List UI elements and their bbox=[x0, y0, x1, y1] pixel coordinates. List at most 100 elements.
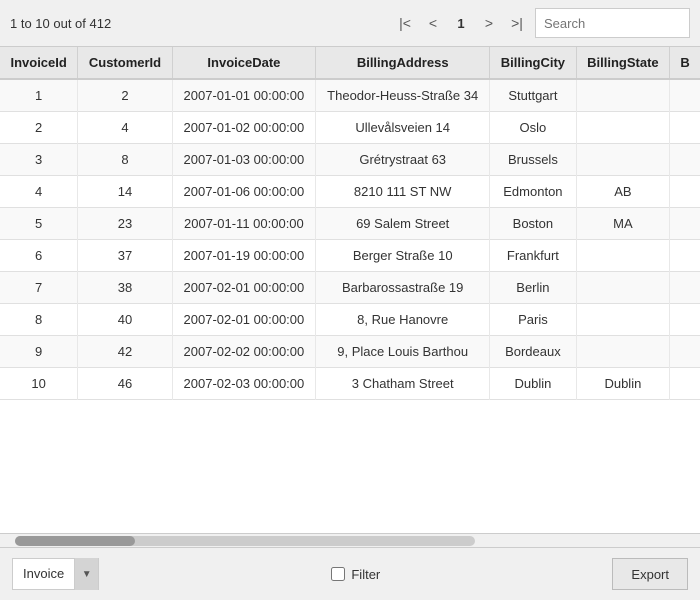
table-cell: 5 bbox=[0, 208, 78, 240]
dropdown-arrow-icon[interactable]: ▼ bbox=[74, 558, 98, 590]
table-cell bbox=[670, 368, 700, 400]
scrollbar-thumb[interactable] bbox=[15, 536, 135, 546]
table-row[interactable]: 242007-01-02 00:00:00Ullevålsveien 14Osl… bbox=[0, 112, 700, 144]
table-cell: MA bbox=[576, 208, 670, 240]
col-header-customerid: CustomerId bbox=[78, 47, 172, 79]
table-cell: 9 bbox=[0, 336, 78, 368]
table-cell: Ullevålsveien 14 bbox=[316, 112, 490, 144]
table-cell: 2007-01-01 00:00:00 bbox=[172, 79, 315, 112]
table-header-row: InvoiceId CustomerId InvoiceDate Billing… bbox=[0, 47, 700, 79]
table-cell: 8210 111 ST NW bbox=[316, 176, 490, 208]
table-cell: 8 bbox=[78, 144, 172, 176]
table-cell bbox=[576, 79, 670, 112]
table-cell: 8 bbox=[0, 304, 78, 336]
pagination-controls: |< < 1 > >| bbox=[393, 11, 529, 35]
table-cell: Stuttgart bbox=[490, 79, 576, 112]
next-page-button[interactable]: > bbox=[477, 11, 501, 35]
table-row[interactable]: 382007-01-03 00:00:00Grétrystraat 63Brus… bbox=[0, 144, 700, 176]
table-cell bbox=[576, 272, 670, 304]
table-cell bbox=[576, 304, 670, 336]
table-cell: 3 bbox=[0, 144, 78, 176]
table-cell bbox=[576, 336, 670, 368]
search-input[interactable] bbox=[535, 8, 690, 38]
table-type-dropdown[interactable]: Invoice ▼ bbox=[12, 558, 99, 590]
table-cell: 2007-02-01 00:00:00 bbox=[172, 272, 315, 304]
table-cell: 3 Chatham Street bbox=[316, 368, 490, 400]
table-cell: 23 bbox=[78, 208, 172, 240]
table-cell: 2007-02-02 00:00:00 bbox=[172, 336, 315, 368]
table-cell: Dublin bbox=[576, 368, 670, 400]
scrollbar-track[interactable] bbox=[15, 536, 475, 546]
table-cell: 40 bbox=[78, 304, 172, 336]
col-header-invoiceid: InvoiceId bbox=[0, 47, 78, 79]
table-cell bbox=[670, 79, 700, 112]
table-cell: Theodor-Heuss-Straße 34 bbox=[316, 79, 490, 112]
first-page-button[interactable]: |< bbox=[393, 11, 417, 35]
table-cell: Dublin bbox=[490, 368, 576, 400]
table-row[interactable]: 122007-01-01 00:00:00Theodor-Heuss-Straß… bbox=[0, 79, 700, 112]
table-cell: 2 bbox=[0, 112, 78, 144]
table-cell: 2007-02-03 00:00:00 bbox=[172, 368, 315, 400]
table-cell: 69 Salem Street bbox=[316, 208, 490, 240]
last-page-button[interactable]: >| bbox=[505, 11, 529, 35]
table-cell bbox=[576, 112, 670, 144]
table-cell bbox=[670, 208, 700, 240]
table-container: InvoiceId CustomerId InvoiceDate Billing… bbox=[0, 47, 700, 533]
invoice-table: InvoiceId CustomerId InvoiceDate Billing… bbox=[0, 47, 700, 400]
table-cell bbox=[576, 240, 670, 272]
table-cell: 2 bbox=[78, 79, 172, 112]
table-row[interactable]: 5232007-01-11 00:00:0069 Salem StreetBos… bbox=[0, 208, 700, 240]
table-cell bbox=[670, 336, 700, 368]
col-header-invoicedate: InvoiceDate bbox=[172, 47, 315, 79]
table-row[interactable]: 10462007-02-03 00:00:003 Chatham StreetD… bbox=[0, 368, 700, 400]
top-bar: 1 to 10 out of 412 |< < 1 > >| bbox=[0, 0, 700, 47]
col-header-billingcity: BillingCity bbox=[490, 47, 576, 79]
table-cell bbox=[670, 112, 700, 144]
current-page: 1 bbox=[449, 11, 473, 35]
pagination-info: 1 to 10 out of 412 bbox=[10, 16, 387, 31]
table-cell: Paris bbox=[490, 304, 576, 336]
table-row[interactable]: 6372007-01-19 00:00:00Berger Straße 10Fr… bbox=[0, 240, 700, 272]
filter-checkbox[interactable] bbox=[331, 567, 345, 581]
table-cell: Boston bbox=[490, 208, 576, 240]
col-header-extra: B bbox=[670, 47, 700, 79]
table-cell: 46 bbox=[78, 368, 172, 400]
table-cell: 7 bbox=[0, 272, 78, 304]
table-cell bbox=[670, 272, 700, 304]
table-cell: Edmonton bbox=[490, 176, 576, 208]
table-cell bbox=[670, 144, 700, 176]
table-cell: Frankfurt bbox=[490, 240, 576, 272]
horizontal-scrollbar[interactable] bbox=[0, 533, 700, 547]
table-cell: Oslo bbox=[490, 112, 576, 144]
table-cell: Grétrystraat 63 bbox=[316, 144, 490, 176]
col-header-billingaddress: BillingAddress bbox=[316, 47, 490, 79]
table-row[interactable]: 7382007-02-01 00:00:00Barbarossastraße 1… bbox=[0, 272, 700, 304]
dropdown-label: Invoice bbox=[13, 558, 74, 590]
table-cell: Bordeaux bbox=[490, 336, 576, 368]
table-cell: Berlin bbox=[490, 272, 576, 304]
export-button[interactable]: Export bbox=[612, 558, 688, 590]
table-cell: Barbarossastraße 19 bbox=[316, 272, 490, 304]
table-cell: 4 bbox=[0, 176, 78, 208]
prev-page-button[interactable]: < bbox=[421, 11, 445, 35]
table-row[interactable]: 8402007-02-01 00:00:008, Rue HanovrePari… bbox=[0, 304, 700, 336]
table-cell: AB bbox=[576, 176, 670, 208]
table-cell bbox=[670, 304, 700, 336]
table-cell: 6 bbox=[0, 240, 78, 272]
table-cell: 14 bbox=[78, 176, 172, 208]
table-cell: 2007-01-11 00:00:00 bbox=[172, 208, 315, 240]
table-cell bbox=[670, 176, 700, 208]
filter-area: Filter bbox=[99, 567, 612, 582]
table-cell: 37 bbox=[78, 240, 172, 272]
col-header-billingstate: BillingState bbox=[576, 47, 670, 79]
table-cell: 2007-01-19 00:00:00 bbox=[172, 240, 315, 272]
table-cell: 2007-02-01 00:00:00 bbox=[172, 304, 315, 336]
table-row[interactable]: 4142007-01-06 00:00:008210 111 ST NWEdmo… bbox=[0, 176, 700, 208]
table-cell: 2007-01-02 00:00:00 bbox=[172, 112, 315, 144]
table-cell: 10 bbox=[0, 368, 78, 400]
table-cell: Brussels bbox=[490, 144, 576, 176]
table-row[interactable]: 9422007-02-02 00:00:009, Place Louis Bar… bbox=[0, 336, 700, 368]
table-cell bbox=[670, 240, 700, 272]
filter-label: Filter bbox=[351, 567, 380, 582]
table-cell: 9, Place Louis Barthou bbox=[316, 336, 490, 368]
